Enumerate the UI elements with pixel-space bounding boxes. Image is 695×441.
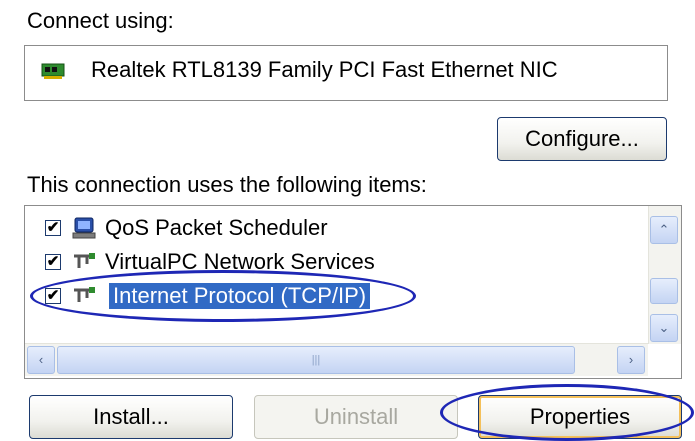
scroll-left-button[interactable]: ‹ [27, 346, 55, 374]
list-item-tcpip[interactable]: ✔ Internet Protocol (TCP/IP) [25, 282, 643, 312]
scroll-down-button[interactable]: ⌄ [650, 314, 678, 342]
tcpip-label: Internet Protocol (TCP/IP) [109, 283, 371, 309]
scroll-up-button[interactable]: ⌃ [650, 216, 678, 244]
network-protocol-icon [74, 253, 95, 268]
list-item-qos[interactable]: ✔ QoS Packet Scheduler [25, 214, 643, 244]
tcpip-checkbox[interactable]: ✔ [45, 288, 61, 304]
uninstall-button[interactable]: Uninstall [254, 395, 458, 439]
vertical-scroll-thumb[interactable] [650, 278, 678, 304]
qos-checkbox[interactable]: ✔ [45, 220, 61, 236]
network-protocol-icon [74, 287, 95, 302]
virtualpc-checkbox[interactable]: ✔ [45, 254, 61, 270]
scroll-right-button[interactable]: › [617, 346, 645, 374]
list-item-virtualpc[interactable]: ✔ VirtualPC Network Services [25, 248, 643, 278]
network-card-icon [41, 63, 65, 79]
vertical-scrollbar[interactable]: ⌃ ⌄ [648, 206, 681, 344]
configure-button[interactable]: Configure... [497, 117, 667, 161]
connect-using-label: Connect using: [27, 8, 174, 33]
items-label: This connection uses the following items… [27, 172, 427, 197]
horizontal-scrollbar[interactable]: ‹ ||| › [25, 343, 648, 376]
scheduler-icon [72, 217, 96, 239]
horizontal-scroll-thumb[interactable]: ||| [57, 346, 575, 374]
adapter-display: Realtek RTL8139 Family PCI Fast Ethernet… [24, 45, 668, 101]
qos-label: QoS Packet Scheduler [105, 215, 328, 240]
virtualpc-label: VirtualPC Network Services [105, 249, 375, 274]
properties-button[interactable]: Properties [478, 395, 682, 439]
install-button[interactable]: Install... [29, 395, 233, 439]
adapter-name: Realtek RTL8139 Family PCI Fast Ethernet… [91, 57, 558, 82]
